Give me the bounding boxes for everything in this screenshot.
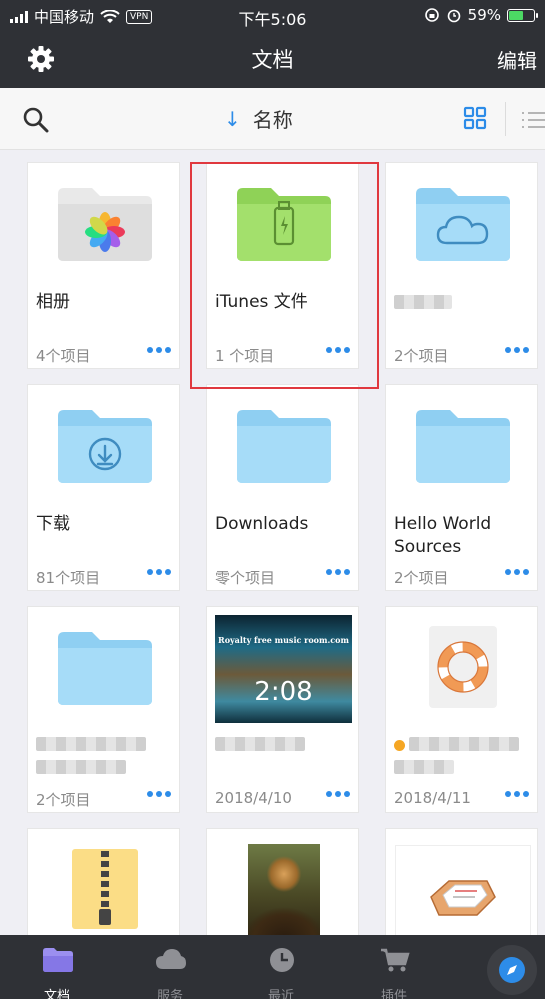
clock-icon [270, 948, 294, 972]
file-tile-download[interactable]: 下载 81个项目 [27, 384, 180, 591]
toolbar: ↓ 名称 [0, 88, 545, 150]
tab-label: 服务 [156, 989, 183, 999]
more-options-icon[interactable] [326, 569, 350, 575]
more-options-icon[interactable] [326, 791, 350, 797]
tile-name: 下载 [36, 514, 70, 534]
grid-view-icon[interactable] [463, 106, 487, 130]
tab-label: 插件 [380, 989, 407, 999]
sort-direction-icon: ↓ [224, 106, 241, 131]
tab-recent[interactable]: 最近 [226, 935, 336, 999]
file-tile-app[interactable]: 2018/4/11 [385, 606, 538, 813]
document-thumbnail [394, 845, 531, 945]
tab-services[interactable]: 服务 [115, 935, 225, 999]
file-tile-video[interactable]: Royalty free music room.com 2:08 2018/4/… [206, 606, 359, 813]
file-tile-itunes[interactable]: iTunes 文件 1 个项目 [206, 162, 359, 369]
zip-archive-icon [71, 849, 138, 929]
file-tile-folder[interactable]: 2个项目 [27, 606, 180, 813]
folder-icon [43, 948, 73, 972]
video-duration: 2:08 [254, 677, 313, 707]
blurred-name [215, 737, 305, 751]
more-options-icon[interactable] [505, 347, 529, 353]
document-thumbnail [428, 626, 497, 708]
blurred-name [394, 760, 454, 774]
battery-icon [507, 8, 538, 22]
more-options-icon[interactable] [505, 569, 529, 575]
tab-label: 最近 [267, 989, 294, 999]
download-folder-icon [57, 410, 152, 483]
tile-meta: 81个项目 [36, 569, 101, 587]
status-dot [394, 740, 405, 751]
status-bar: 中国移动 VPN 下午5:06 59% [0, 0, 545, 30]
mona-lisa-image [247, 844, 320, 944]
file-tile-cloud[interactable]: 2个项目 [385, 162, 538, 369]
edit-button[interactable]: 编辑 [497, 45, 537, 74]
tab-documents[interactable]: 文档 [2, 935, 112, 999]
tab-label: 文档 [43, 989, 70, 999]
browser-compass-button[interactable] [487, 945, 537, 995]
file-tile-hello-world[interactable]: Hello World Sources 2个项目 [385, 384, 538, 591]
tab-bar: 文档 服务 最近 插件 [0, 935, 545, 999]
tile-meta: 2个项目 [36, 791, 91, 809]
video-overlay-text: Royalty free music room.com [218, 635, 349, 645]
battery-percent: 59% [467, 6, 501, 24]
blurred-name [409, 737, 519, 751]
video-thumbnail: Royalty free music room.com 2:08 [215, 615, 352, 723]
photos-folder-icon [57, 188, 152, 261]
navigation-bar: 文档 编辑 [0, 30, 545, 88]
blurred-name [394, 295, 452, 309]
more-options-icon[interactable] [147, 569, 171, 575]
tile-name: iTunes 文件 [215, 292, 308, 312]
more-options-icon[interactable] [326, 347, 350, 353]
tile-name [36, 735, 173, 781]
list-view-icon[interactable] [520, 110, 545, 130]
tile-meta: 2018/4/10 [215, 789, 292, 807]
tile-meta: 2018/4/11 [394, 789, 471, 807]
alarm-icon [447, 9, 460, 23]
tile-name [394, 291, 531, 316]
cloud-folder-icon [415, 188, 510, 261]
search-icon[interactable] [22, 106, 50, 134]
sort-label: 名称 [252, 108, 293, 132]
file-tile-photos[interactable]: 相册 4个项目 [27, 162, 180, 369]
tile-name [215, 735, 352, 758]
tab-plugins[interactable]: 插件 [339, 935, 449, 999]
blurred-name [36, 760, 126, 774]
tile-meta: 4个项目 [36, 347, 91, 365]
folder-icon [415, 410, 510, 483]
toolbar-divider [505, 102, 506, 136]
tile-meta: 1 个项目 [215, 347, 275, 365]
more-options-icon[interactable] [147, 347, 171, 353]
file-tile-downloads[interactable]: Downloads 零个项目 [206, 384, 359, 591]
page-title: 文档 [251, 48, 294, 72]
lifebuoy-icon [436, 641, 489, 693]
folder-icon [57, 632, 152, 705]
tile-name [394, 735, 531, 781]
tile-name: 相册 [36, 292, 70, 312]
tile-meta: 2个项目 [394, 347, 449, 365]
tile-name: Hello World Sources [394, 514, 492, 557]
usb-folder-icon [236, 188, 331, 261]
more-options-icon[interactable] [147, 791, 171, 797]
cart-icon [381, 948, 410, 972]
compass-icon [499, 957, 525, 983]
more-options-icon[interactable] [505, 791, 529, 797]
tile-meta: 2个项目 [394, 569, 449, 587]
tile-name: Downloads [215, 514, 309, 534]
blurred-name [36, 737, 146, 751]
folder-icon [236, 410, 331, 483]
sort-button[interactable]: ↓ 名称 [224, 104, 293, 133]
inbox-tray-icon [429, 880, 496, 916]
rotation-lock-icon [424, 8, 439, 22]
tile-meta: 零个项目 [215, 569, 276, 587]
cloud-icon [156, 949, 186, 969]
